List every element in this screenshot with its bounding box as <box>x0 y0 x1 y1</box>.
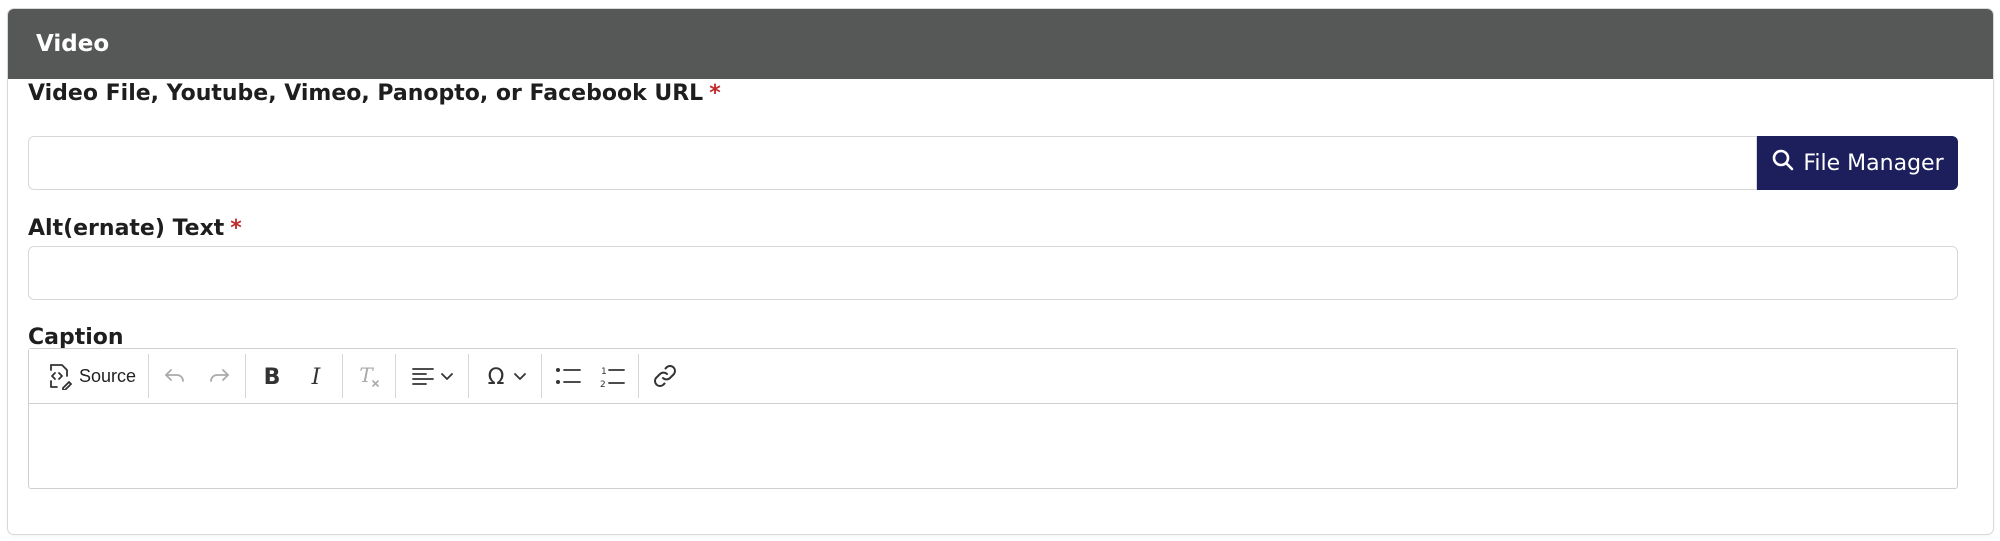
search-icon <box>1771 148 1795 178</box>
caption-editor-body[interactable] <box>29 404 1957 488</box>
required-marker: * <box>709 81 721 106</box>
numbered-list-icon: 12 <box>598 363 626 389</box>
svg-text:B: B <box>264 365 281 388</box>
italic-button[interactable]: I <box>294 354 338 398</box>
link-button[interactable] <box>643 354 687 398</box>
bulleted-list-icon <box>554 363 582 389</box>
special-characters-dropdown[interactable]: Ω <box>473 354 537 398</box>
file-manager-label: File Manager <box>1803 150 1944 176</box>
alt-text-input[interactable] <box>28 246 1958 300</box>
required-marker: * <box>230 216 242 241</box>
video-url-row: File Manager <box>28 136 1958 190</box>
chevron-down-icon <box>513 369 527 383</box>
remove-format-icon: T <box>356 363 382 389</box>
align-dropdown[interactable] <box>400 354 464 398</box>
special-characters-icon: Ω <box>483 363 509 389</box>
panel-title: Video <box>36 31 110 57</box>
video-url-label: Video File, Youtube, Vimeo, Panopto, or … <box>28 81 721 106</box>
toolbar-separator <box>468 354 470 398</box>
svg-text:T: T <box>359 363 374 387</box>
alt-text-row <box>28 246 1958 300</box>
bold-icon: B <box>260 364 284 388</box>
source-icon <box>45 362 73 390</box>
svg-text:1: 1 <box>601 367 607 377</box>
toolbar-separator <box>148 354 150 398</box>
toolbar-separator <box>342 354 344 398</box>
remove-format-button[interactable]: T <box>347 354 391 398</box>
source-button[interactable]: Source <box>37 354 144 398</box>
toolbar-separator <box>245 354 247 398</box>
undo-icon <box>162 363 188 389</box>
svg-text:Ω: Ω <box>488 365 505 389</box>
undo-button[interactable] <box>153 354 197 398</box>
video-url-label-text: Video File, Youtube, Vimeo, Panopto, or … <box>28 81 704 106</box>
alt-text-label: Alt(ernate) Text * <box>28 216 242 241</box>
redo-button[interactable] <box>197 354 241 398</box>
bulleted-list-button[interactable] <box>546 354 590 398</box>
source-label: Source <box>79 365 137 386</box>
toolbar-separator <box>638 354 640 398</box>
italic-icon: I <box>304 364 328 388</box>
toolbar-separator <box>395 354 397 398</box>
redo-icon <box>206 363 232 389</box>
toolbar-separator <box>541 354 543 398</box>
video-url-input[interactable] <box>28 136 1757 190</box>
svg-text:I: I <box>311 365 322 388</box>
file-manager-button[interactable]: File Manager <box>1757 136 1958 190</box>
svg-text:2: 2 <box>600 380 606 389</box>
alt-text-label-text: Alt(ernate) Text <box>28 216 225 241</box>
chevron-down-icon <box>440 369 454 383</box>
bold-button[interactable]: B <box>250 354 294 398</box>
editor-toolbar: Source B I T Ω 1 2 <box>29 349 1957 404</box>
link-icon <box>651 363 679 389</box>
panel-header: Video <box>8 9 1993 79</box>
caption-label: Caption <box>28 325 124 350</box>
numbered-list-button[interactable]: 12 <box>590 354 634 398</box>
align-icon <box>410 363 436 389</box>
caption-editor: Source B I T Ω 1 2 <box>28 348 1958 489</box>
